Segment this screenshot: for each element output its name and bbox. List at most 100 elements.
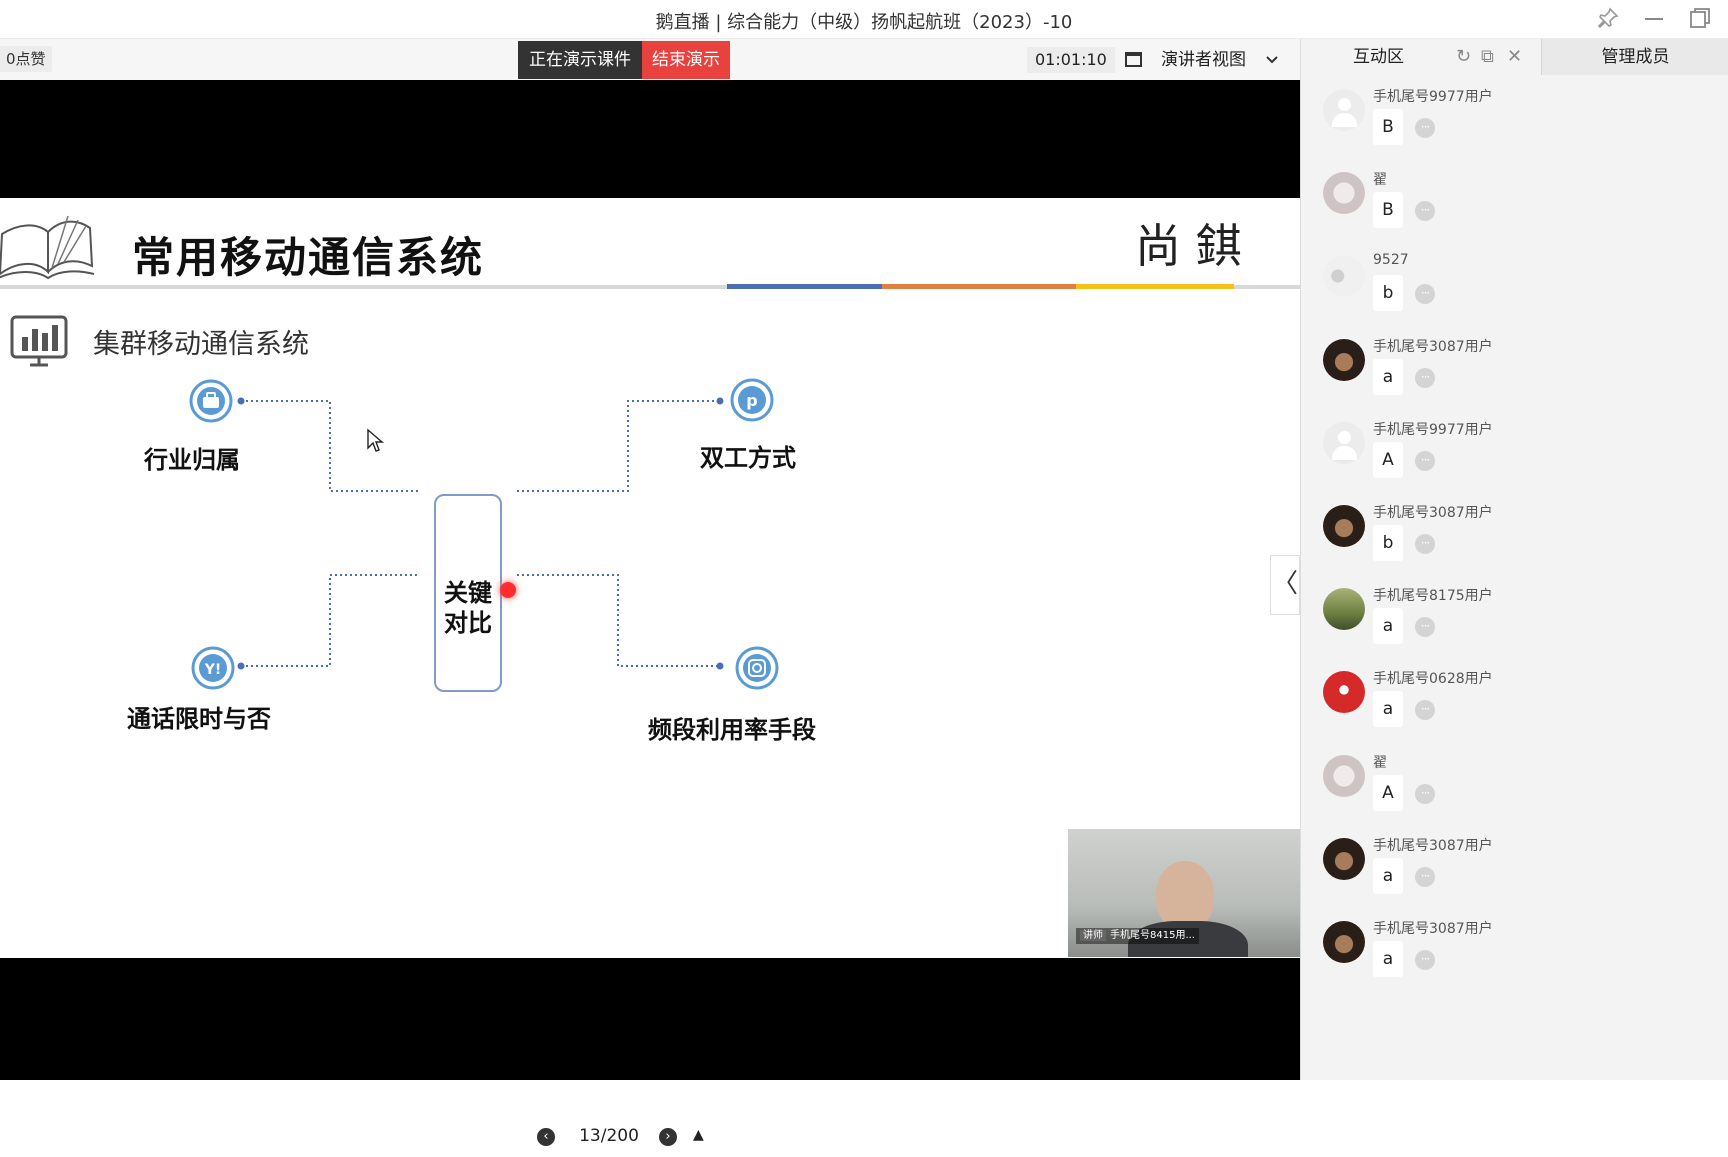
more-options-icon[interactable]: ··· [1415,368,1435,388]
avatar[interactable] [1323,588,1365,630]
center-node: 关键 对比 [434,494,502,692]
chat-bubble: a [1373,691,1403,727]
chat-message: 9527 b ··· [1301,245,1728,337]
chat-username: 手机尾号3087用户 [1373,505,1493,521]
teacher-camera[interactable]: 讲师 手机尾号8415用... [1068,829,1300,957]
refresh-icon[interactable]: ↻ [1456,39,1471,75]
chat-bubble: b [1373,525,1403,561]
popout-icon[interactable]: ⧉ [1481,39,1494,75]
tab-interaction-label: 互动区 [1353,47,1404,67]
chat-bubble: B [1373,109,1403,145]
svg-text:p: p [746,391,757,410]
more-options-icon[interactable]: ··· [1415,700,1435,720]
tab-interaction[interactable]: 互动区 ↻ ⧉ ✕ [1301,39,1541,75]
avatar[interactable] [1323,255,1365,297]
chat-bubble: a [1373,359,1403,395]
briefcase-node-icon [189,379,233,423]
chat-message: 手机尾号3087用户 a ··· [1301,329,1728,421]
restore-icon[interactable] [1686,6,1714,34]
interaction-panel: 互动区 ↻ ⧉ ✕ 管理成员 手机尾号9977用户 B ··· 翟 B ··· 9527 b ·… [1300,39,1728,1080]
chat-bubble: a [1373,608,1403,644]
avatar[interactable] [1323,339,1365,381]
chat-message: 手机尾号3087用户 b ··· [1301,495,1728,587]
chat-bubble: a [1373,941,1403,977]
panel-collapse-toggle[interactable]: 〈 [1270,555,1300,615]
chat-message: 手机尾号0628用户 a ··· [1301,661,1728,753]
avatar[interactable] [1323,921,1365,963]
likes-count: 0点赞 [0,46,52,72]
chat-message: 手机尾号9977用户 A ··· [1301,412,1728,504]
avatar[interactable] [1323,422,1365,464]
presentation-stage: 常用移动通信系统 尚 錤 集群移动通信系统 p Y! 行业归属 双工方式 通话限… [0,80,1300,1157]
chat-bubble: a [1373,858,1403,894]
avatar[interactable] [1323,838,1365,880]
chevron-down-icon [1265,45,1279,85]
expand-thumbnails-button[interactable]: ▲ [693,1127,704,1143]
tab-members[interactable]: 管理成员 [1541,39,1728,75]
more-options-icon[interactable]: ··· [1415,867,1435,887]
chat-bubble: A [1373,442,1403,478]
label-duplex: 双工方式 [700,444,796,472]
more-options-icon[interactable]: ··· [1415,201,1435,221]
center-node-line2: 对比 [444,609,492,637]
label-call-limit: 通话限时与否 [127,705,271,733]
chat-username: 手机尾号9977用户 [1373,422,1493,438]
end-presentation-button[interactable]: 结束演示 [642,41,730,79]
view-mode-label: 演讲者视图 [1161,50,1246,70]
chat-message: 手机尾号8175用户 a ··· [1301,578,1728,670]
more-options-icon[interactable]: ··· [1415,118,1435,138]
chat-username: 翟 [1373,755,1387,771]
calendar-icon [1125,52,1142,67]
more-options-icon[interactable]: ··· [1415,617,1435,637]
center-node-line1: 关键 [444,579,492,607]
avatar[interactable] [1323,671,1365,713]
camera-name-tag: 讲师 手机尾号8415用... [1076,928,1199,944]
chat-username: 手机尾号3087用户 [1373,921,1493,937]
chevron-left-icon: 〈 [1271,569,1298,599]
chat-message: 翟 A ··· [1301,745,1728,837]
avatar[interactable] [1323,172,1365,214]
close-icon[interactable]: ✕ [1507,39,1522,75]
avatar[interactable] [1323,755,1365,797]
chat-username: 手机尾号9977用户 [1373,89,1493,105]
page-number: 13/200 [579,1126,639,1146]
label-band-usage: 频段利用率手段 [648,716,816,744]
instagram-node-icon [735,646,779,690]
chat-message: 手机尾号9977用户 B ··· [1301,79,1728,171]
camera-user-name: 手机尾号8415用... [1110,930,1195,941]
more-options-icon[interactable]: ··· [1415,950,1435,970]
mouse-cursor-icon [367,428,384,452]
prev-page-button[interactable]: ‹ [537,1128,555,1146]
view-mode-select[interactable]: 演讲者视图 [1123,45,1283,75]
chat-message: 翟 B ··· [1301,162,1728,254]
chat-bubble: A [1373,775,1403,811]
chat-bubble: b [1373,275,1403,311]
slide-pager: ‹ 13/200 › ▲ [529,1117,720,1157]
chat-username: 手机尾号8175用户 [1373,588,1493,604]
more-options-icon[interactable]: ··· [1415,451,1435,471]
role-badge: 讲师 [1080,930,1106,941]
chat-username: 9527 [1373,252,1409,268]
chat-username: 手机尾号3087用户 [1373,339,1493,355]
more-options-icon[interactable]: ··· [1415,284,1435,304]
chat-username: 手机尾号3087用户 [1373,838,1493,854]
avatar[interactable] [1323,89,1365,131]
title-bar: 鹅直播 | 综合能力（中级）扬帆起航班（2023）-10 [0,0,1728,39]
yahoo-node-icon: Y! [191,646,235,690]
chat-username: 手机尾号0628用户 [1373,671,1493,687]
minimize-icon[interactable] [1640,6,1668,34]
toolbar: 0点赞 正在演示课件 结束演示 01:01:10 演讲者视图 [0,39,1300,80]
chat-message: 手机尾号3087用户 a ··· [1301,828,1728,920]
more-options-icon[interactable]: ··· [1415,534,1435,554]
chat-bubble: B [1373,192,1403,228]
pinterest-node-icon: p [730,378,774,422]
chat-message: 手机尾号3087用户 a ··· [1301,911,1728,1003]
chat-list: 手机尾号9977用户 B ··· 翟 B ··· 9527 b ··· 手机尾号3087用户 a ··… [1301,75,1728,1080]
avatar[interactable] [1323,505,1365,547]
next-page-button[interactable]: › [659,1128,677,1146]
laser-pointer [500,582,516,598]
more-options-icon[interactable]: ··· [1415,784,1435,804]
svg-text:Y!: Y! [204,662,222,678]
pin-icon[interactable] [1594,6,1622,34]
label-industry: 行业归属 [144,446,240,474]
